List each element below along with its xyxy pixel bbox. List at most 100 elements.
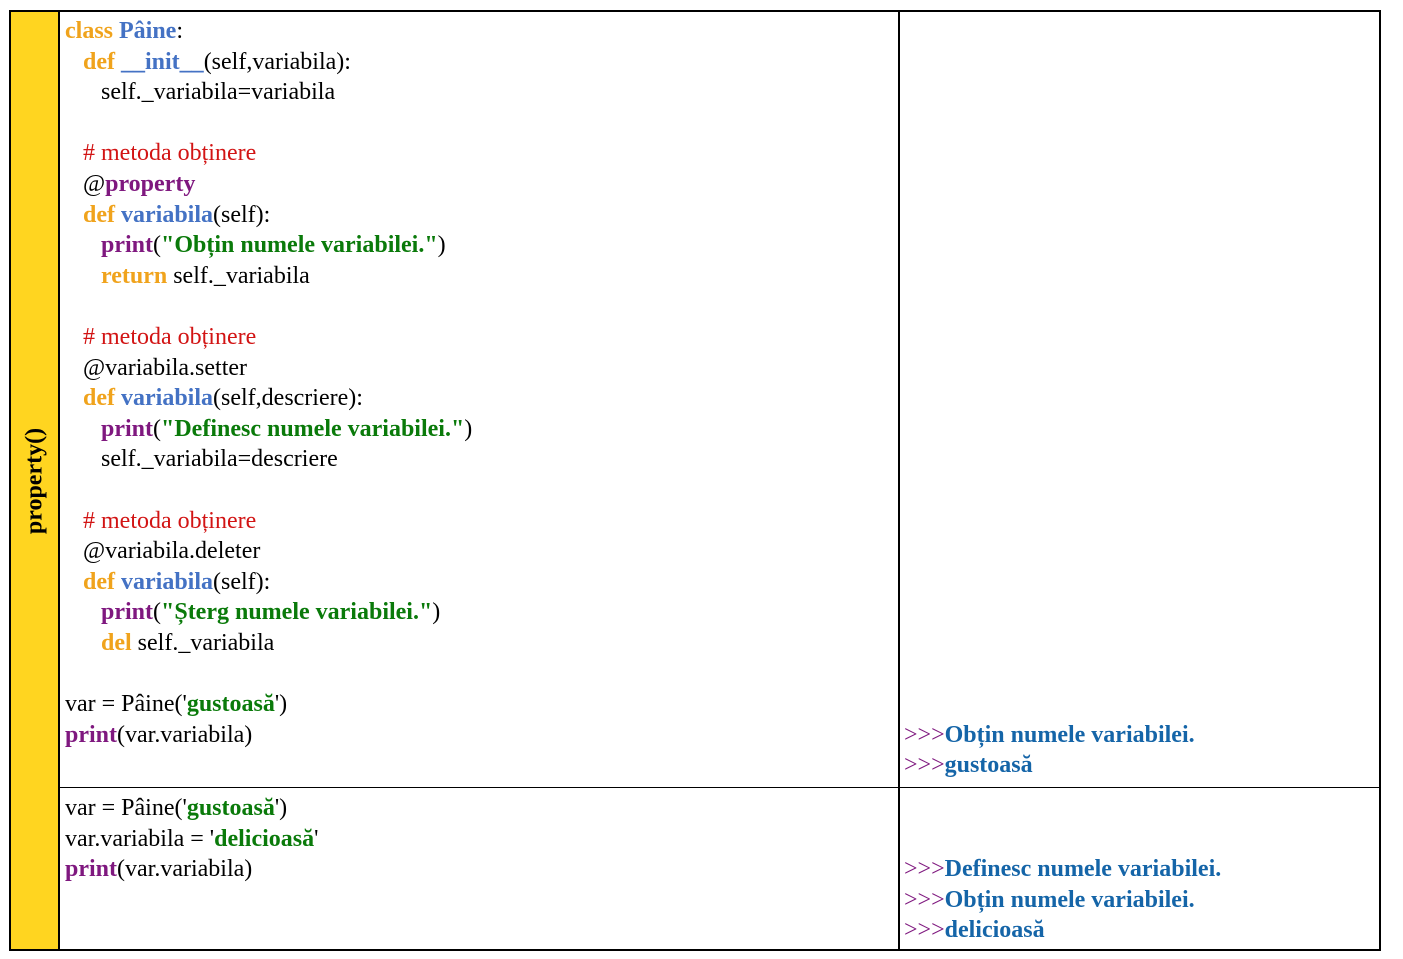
- code-line: def variabila(self,descriere):: [65, 383, 895, 414]
- string-token: "Șterg numele variabilei.": [161, 599, 433, 626]
- code-token: self._variabila=variabila: [65, 79, 336, 106]
- code-token: self._variabila=descriere: [65, 446, 338, 473]
- keyword-token: def: [83, 48, 121, 75]
- function-name-token: variabila: [121, 568, 214, 595]
- code-line: print("Șterg numele variabilei."): [65, 597, 895, 628]
- function-name-token: variabila: [121, 385, 214, 412]
- output-line: >>>Obțin numele variabilei.: [904, 885, 1374, 916]
- string-token: gustoasă: [186, 795, 275, 821]
- builtin-token: print: [65, 856, 118, 883]
- code-line: @variabila.setter: [65, 353, 895, 384]
- prompt-marker: >>>: [904, 917, 945, 944]
- code-token: (self):: [213, 201, 271, 228]
- function-name-token: __init__: [121, 48, 204, 75]
- output-line: >>>gustoasă: [904, 750, 1374, 781]
- code-line: var = Pâine('gustoasă'): [65, 793, 895, 824]
- code-token: @: [65, 170, 106, 197]
- keyword-token: class: [65, 18, 119, 44]
- output-cell-1: >>>Obțin numele variabilei. >>>gustoasă: [904, 16, 1374, 781]
- code-token: (: [153, 415, 162, 442]
- column-divider: [898, 10, 900, 951]
- code-line: self._variabila=variabila: [65, 77, 895, 108]
- code-line: def variabila(self):: [65, 200, 895, 231]
- code-token: self._variabila: [137, 629, 275, 656]
- code-line: print("Obțin numele variabilei."): [65, 230, 895, 261]
- prompt-marker: >>>: [904, 886, 945, 913]
- output-text: Obțin numele variabilei.: [944, 886, 1195, 913]
- comment-token: # metoda obținere: [83, 507, 257, 534]
- builtin-token: property: [105, 170, 196, 197]
- code-token: @variabila.setter: [65, 354, 248, 381]
- code-token: self._variabila: [173, 262, 310, 289]
- prompt-marker: >>>: [904, 752, 945, 779]
- code-line: def __init__(self,variabila):: [65, 47, 895, 78]
- string-token: gustoasă: [186, 691, 275, 718]
- output-cell-2: >>>Definesc numele variabilei. >>>Obțin n…: [904, 793, 1374, 946]
- string-token: "Definesc numele variabilei.": [161, 415, 465, 442]
- code-token: ): [437, 232, 446, 259]
- code-token: var = Pâine(': [65, 795, 187, 821]
- comment-token: # metoda obținere: [83, 323, 257, 350]
- row-divider: [59, 787, 1381, 788]
- code-token: (: [153, 232, 162, 259]
- code-token: @variabila.deleter: [65, 538, 261, 565]
- code-cell-2: var = Pâine('gustoasă') var.variabila = '…: [65, 793, 895, 885]
- output-text: gustoasă: [944, 752, 1033, 779]
- code-token: (var.variabila): [117, 721, 253, 748]
- code-token: ): [432, 599, 441, 626]
- code-line: var.variabila = 'delicioasă': [65, 824, 895, 855]
- builtin-token: print: [101, 415, 154, 442]
- code-line: self._variabila=descriere: [65, 444, 895, 475]
- code-token: var = Pâine(': [65, 691, 187, 718]
- code-token: (self,descriere):: [213, 385, 363, 412]
- output-line: >>>Definesc numele variabilei.: [904, 854, 1374, 885]
- code-token: '): [274, 795, 288, 821]
- code-line: # metoda obținere: [65, 506, 895, 537]
- code-line: var = Pâine('gustoasă'): [65, 689, 895, 720]
- string-token: delicioasă: [214, 825, 315, 852]
- prompt-marker: >>>: [904, 721, 945, 748]
- code-token: ': [314, 825, 319, 852]
- code-token: (self,variabila):: [203, 48, 351, 75]
- code-line: @variabila.deleter: [65, 536, 895, 567]
- code-line: # metoda obținere: [65, 138, 895, 169]
- code-token: (self):: [213, 568, 271, 595]
- code-token: :: [176, 18, 183, 44]
- code-token: var.variabila = ': [65, 825, 215, 852]
- prompt-marker: >>>: [904, 856, 945, 883]
- keyword-token: def: [83, 201, 121, 228]
